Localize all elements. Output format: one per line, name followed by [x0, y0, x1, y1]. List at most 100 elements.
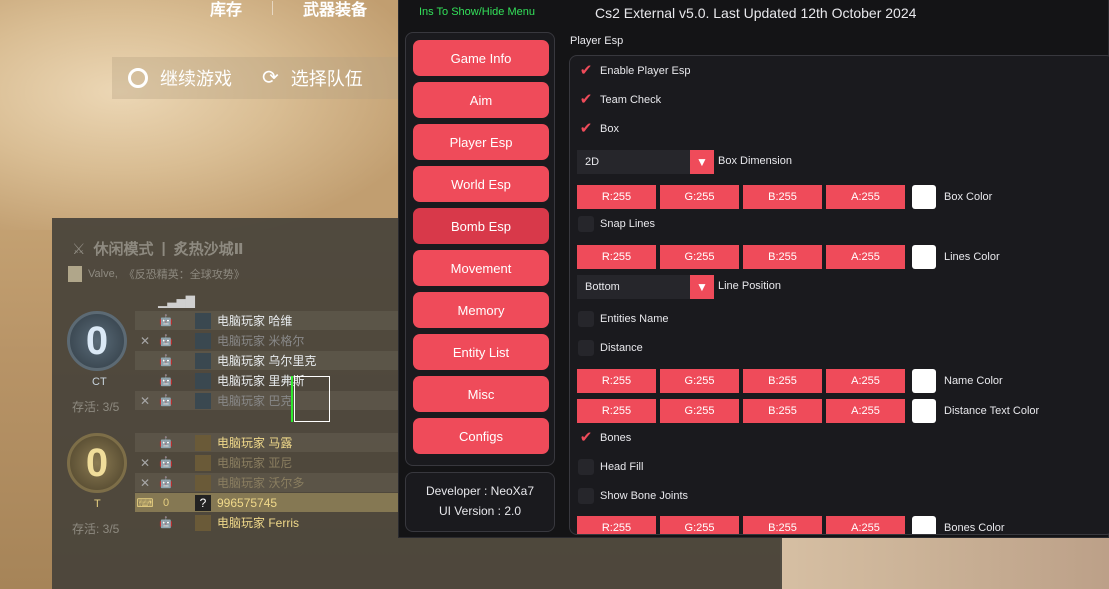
game-background-floor	[780, 535, 1109, 589]
nav-bomb-esp[interactable]: Bomb Esp	[413, 208, 549, 244]
dead-icon: ✕	[139, 475, 151, 490]
box-checkbox[interactable]: ✔ Box	[578, 120, 619, 138]
dropdown-value: 2D	[585, 156, 600, 168]
nav-aim[interactable]: Aim	[413, 82, 549, 118]
bones-checkbox[interactable]: ✔ Bones	[578, 429, 632, 447]
nav-configs[interactable]: Configs	[413, 418, 549, 454]
option-label: Team Check	[600, 94, 662, 106]
lines-color-r[interactable]: R:255	[577, 245, 656, 269]
bot-icon: 🤖	[159, 457, 173, 469]
team-check-checkbox[interactable]: ✔ Team Check	[578, 91, 661, 109]
name-color-swatch[interactable]	[912, 369, 936, 393]
name-color-r[interactable]: R:255	[577, 369, 656, 393]
bones-color-r[interactable]: R:255	[577, 516, 656, 534]
checkbox-empty-icon	[578, 488, 594, 504]
game-topbar: 库存 武器装备	[210, 0, 410, 19]
distance-text-color-a[interactable]: A:255	[826, 399, 905, 423]
distance-text-color-swatch[interactable]	[912, 399, 936, 423]
nav-world-esp[interactable]: World Esp	[413, 166, 549, 202]
nav-entity-list[interactable]: Entity List	[413, 334, 549, 370]
player-name: 电脑玩家 米格尔	[217, 334, 305, 348]
checkbox-empty-icon	[578, 311, 594, 327]
avatar	[195, 312, 211, 329]
box-color-b[interactable]: B:255	[743, 185, 822, 209]
name-color-a[interactable]: A:255	[826, 369, 905, 393]
lines-color-a[interactable]: A:255	[826, 245, 905, 269]
distance-text-color-b[interactable]: B:255	[743, 399, 822, 423]
avatar	[195, 372, 211, 389]
box-color-swatch[interactable]	[912, 185, 936, 209]
section-title: Player Esp	[570, 35, 624, 47]
enable-player-esp-checkbox[interactable]: ✔ Enable Player Esp	[578, 62, 691, 80]
box-dimension-dropdown[interactable]: 2D ▼	[577, 150, 714, 174]
bones-color-a[interactable]: A:255	[826, 516, 905, 534]
game-mode: 休闲模式	[93, 241, 154, 258]
name-color-b[interactable]: B:255	[743, 369, 822, 393]
distance-text-color-g[interactable]: G:255	[660, 399, 739, 423]
select-team-button[interactable]: ⟳ 选择队伍	[262, 65, 363, 91]
checkmark-icon: ✔	[579, 120, 593, 137]
ping-icon: ▁▃▅▇	[158, 294, 195, 308]
nav-sidebar: Game Info Aim Player Esp World Esp Bomb …	[405, 32, 555, 466]
dropdown-arrow-icon[interactable]: ▼	[690, 275, 714, 299]
bones-color-g[interactable]: G:255	[660, 516, 739, 534]
checkbox-empty-icon	[578, 459, 594, 475]
show-bone-joints-checkbox[interactable]: Show Bone Joints	[578, 487, 688, 505]
checkbox-empty-icon	[578, 340, 594, 356]
name-color-g[interactable]: G:255	[660, 369, 739, 393]
lines-color-swatch[interactable]	[912, 245, 936, 269]
crossed-swords-icon: ⚔	[72, 240, 86, 258]
box-color-r[interactable]: R:255	[577, 185, 656, 209]
subtitle-owner: Valve,	[88, 268, 118, 280]
nav-player-esp[interactable]: Player Esp	[413, 124, 549, 160]
dropdown-arrow-icon[interactable]: ▼	[690, 150, 714, 174]
bones-color-b[interactable]: B:255	[743, 516, 822, 534]
box-color-a[interactable]: A:255	[826, 185, 905, 209]
avatar	[195, 474, 211, 491]
topbar-inventory[interactable]: 库存	[210, 0, 242, 20]
unknown-avatar: ?	[195, 494, 211, 511]
option-label: Distance	[600, 342, 643, 354]
server-avatar	[68, 266, 82, 282]
pause-menu: 继续游戏 ⟳ 选择队伍	[112, 57, 402, 99]
snap-lines-checkbox[interactable]: Snap Lines	[578, 215, 655, 233]
line-position-label: Line Position	[718, 280, 781, 292]
option-label: Box	[600, 123, 619, 135]
bones-color-row: R:255 G:255 B:255 A:255 Bones Color	[577, 516, 1005, 534]
nav-misc[interactable]: Misc	[413, 376, 549, 412]
dead-icon: ✕	[139, 333, 151, 348]
window-title: Cs2 External v5.0. Last Updated 12th Oct…	[595, 5, 917, 21]
dead-icon: ✕	[139, 455, 151, 470]
player-name: 电脑玩家 马露	[217, 436, 293, 450]
nav-game-info[interactable]: Game Info	[413, 40, 549, 76]
options-panel: ✔ Enable Player Esp ✔ Team Check ✔ Box 2…	[569, 55, 1109, 535]
checkmark-icon: ✔	[579, 429, 593, 446]
bot-icon: 🤖	[159, 437, 173, 449]
player-name: 电脑玩家 哈维	[217, 314, 293, 328]
entities-name-checkbox[interactable]: Entities Name	[578, 310, 668, 328]
bot-icon: 🤖	[159, 477, 173, 489]
nav-memory[interactable]: Memory	[413, 292, 549, 328]
player-name: 电脑玩家 Ferris	[217, 516, 299, 530]
lines-color-b[interactable]: B:255	[743, 245, 822, 269]
checkbox-empty-icon	[578, 216, 594, 232]
resume-game-button[interactable]: 继续游戏	[128, 65, 232, 91]
dropdown-value: Bottom	[585, 281, 620, 293]
resume-icon	[128, 68, 148, 88]
lines-color-label: Lines Color	[944, 251, 1000, 263]
option-label: Head Fill	[600, 461, 644, 473]
topbar-loadout[interactable]: 武器装备	[303, 0, 367, 20]
nav-movement[interactable]: Movement	[413, 250, 549, 286]
line-position-dropdown[interactable]: Bottom ▼	[577, 275, 714, 299]
box-color-g[interactable]: G:255	[660, 185, 739, 209]
distance-checkbox[interactable]: Distance	[578, 339, 643, 357]
avatar	[195, 332, 211, 349]
distance-text-color-r[interactable]: R:255	[577, 399, 656, 423]
select-team-label: 选择队伍	[290, 69, 363, 89]
ct-label: CT	[92, 376, 107, 388]
bones-color-swatch[interactable]	[912, 516, 936, 534]
avatar	[195, 352, 211, 369]
head-fill-checkbox[interactable]: Head Fill	[578, 458, 643, 476]
dead-icon: ✕	[139, 393, 151, 408]
lines-color-g[interactable]: G:255	[660, 245, 739, 269]
